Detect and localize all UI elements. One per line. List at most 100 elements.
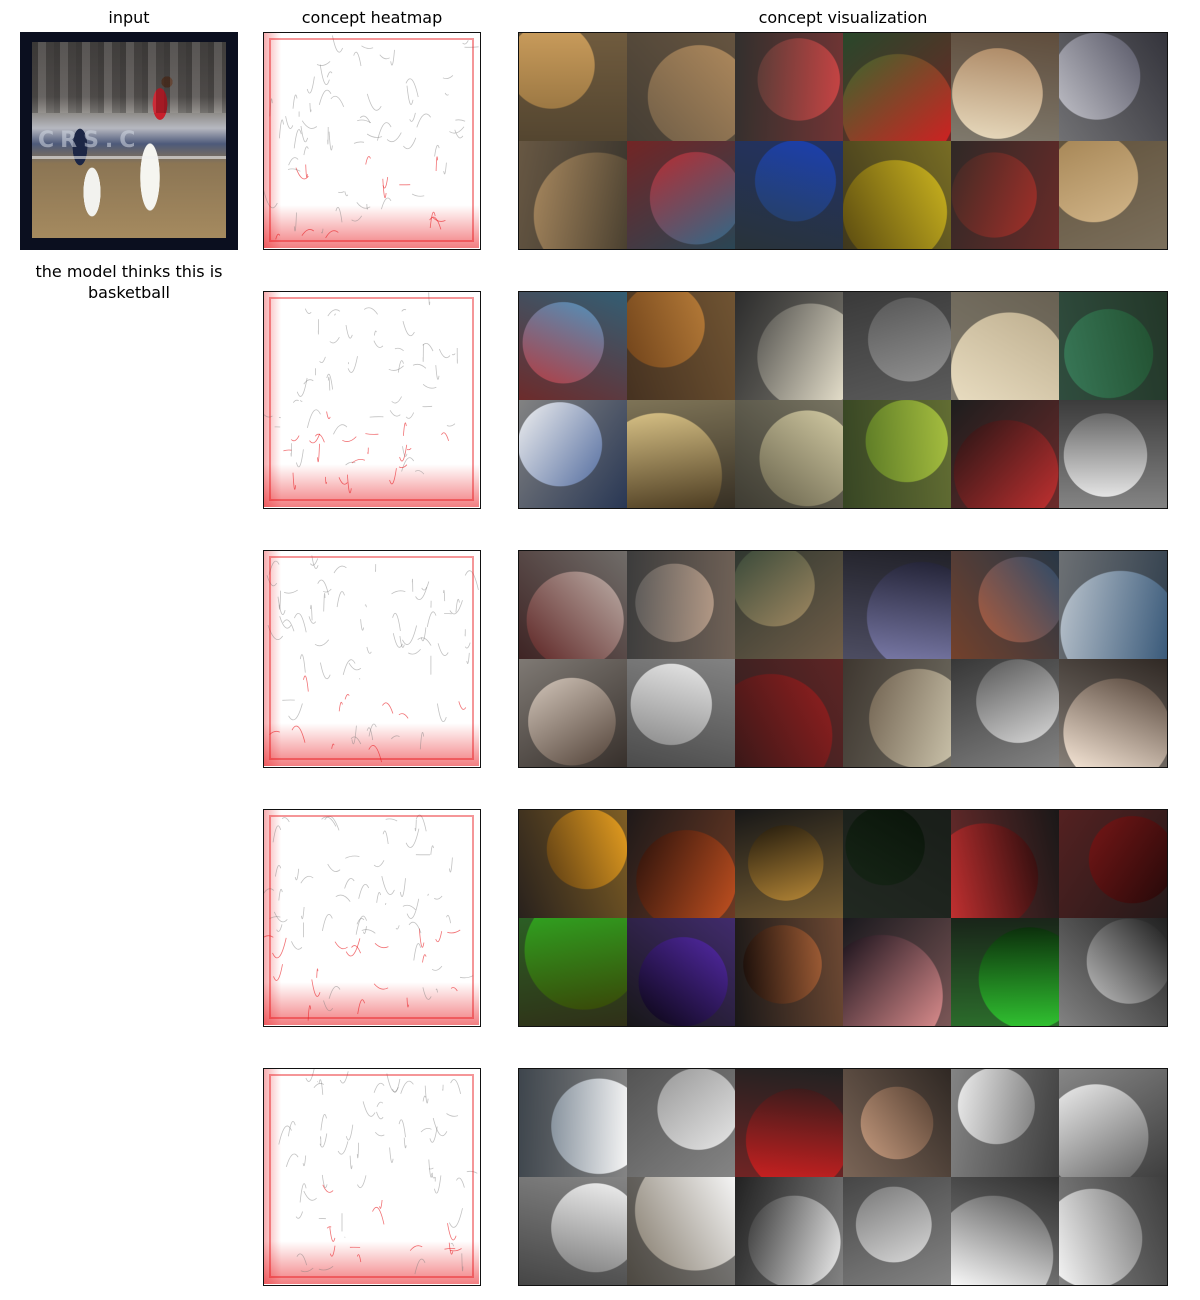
visualization-grid — [519, 292, 1167, 508]
court-line — [32, 155, 226, 159]
concept-visualization-2 — [518, 291, 1168, 509]
visualization-tile — [1059, 400, 1167, 508]
visualization-tile — [519, 1069, 627, 1177]
tile-shade-mask — [735, 1177, 843, 1285]
visualization-tile — [735, 1177, 843, 1285]
heatmap-column-title: concept heatmap — [301, 8, 443, 27]
tile-shade-mask — [735, 400, 843, 508]
tile-shade-mask — [627, 810, 735, 918]
visualization-tile — [627, 141, 735, 249]
visualization-tile — [735, 659, 843, 767]
tile-shade-mask — [1059, 400, 1167, 508]
heatmap-svg — [264, 551, 479, 766]
tile-shade-mask — [843, 918, 951, 1026]
tile-shade-mask — [843, 1177, 951, 1285]
tile-shade-mask — [951, 918, 1059, 1026]
visualization-tile — [1059, 810, 1167, 918]
tile-shade-mask — [735, 918, 843, 1026]
crowd-area — [32, 42, 226, 113]
tile-shade-mask — [1059, 918, 1167, 1026]
visualization-tile — [1059, 141, 1167, 249]
visualization-tile — [843, 918, 951, 1026]
visualization-tile — [519, 33, 627, 141]
tile-shade-mask — [951, 292, 1059, 400]
arena-lettering: CRS.C — [38, 128, 142, 154]
tile-shade-mask — [519, 659, 627, 767]
visualization-tile — [735, 33, 843, 141]
tile-shade-mask — [951, 1177, 1059, 1285]
tile-shade-mask — [735, 292, 843, 400]
visualization-tile — [627, 659, 735, 767]
tile-shade-mask — [627, 33, 735, 141]
visualization-tile — [951, 1177, 1059, 1285]
tile-shade-mask — [1059, 810, 1167, 918]
visualization-tile — [843, 551, 951, 659]
tile-shade-mask — [519, 33, 627, 141]
concept-heatmap-2 — [263, 291, 481, 509]
tile-shade-mask — [627, 659, 735, 767]
tile-shade-mask — [951, 551, 1059, 659]
visualization-tile — [1059, 292, 1167, 400]
visualization-grid — [519, 810, 1167, 1026]
visualization-tile — [735, 810, 843, 918]
concept-heatmap-3 — [263, 550, 481, 768]
concept-heatmap-4 — [263, 809, 481, 1027]
visualization-column-title: concept visualization — [758, 8, 928, 27]
tile-shade-mask — [519, 551, 627, 659]
visualization-tile — [1059, 1177, 1167, 1285]
visualization-tile — [843, 810, 951, 918]
visualization-tile — [519, 810, 627, 918]
heatmap-left-glow — [264, 292, 479, 507]
heatmap-left-glow — [264, 810, 479, 1025]
visualization-tile — [951, 1069, 1059, 1177]
heatmap-svg — [264, 292, 479, 507]
visualization-tile — [951, 918, 1059, 1026]
tile-shade-mask — [1059, 141, 1167, 249]
tile-shade-mask — [519, 1069, 627, 1177]
visualization-tile — [627, 1069, 735, 1177]
tile-shade-mask — [843, 400, 951, 508]
visualization-tile — [735, 400, 843, 508]
heatmap-stroke — [411, 578, 414, 592]
concept-visualization-3 — [518, 550, 1168, 768]
visualization-tile — [1059, 918, 1167, 1026]
heatmap-svg — [264, 810, 479, 1025]
heatmap-left-glow — [264, 1069, 479, 1284]
tile-shade-mask — [519, 810, 627, 918]
tile-shade-mask — [843, 33, 951, 141]
prediction-caption: the model thinks this is basketball — [35, 262, 223, 302]
visualization-tile — [843, 400, 951, 508]
visualization-tile — [843, 1177, 951, 1285]
visualization-tile — [951, 551, 1059, 659]
tile-shade-mask — [1059, 1069, 1167, 1177]
visualization-tile — [519, 551, 627, 659]
tile-shade-mask — [843, 1069, 951, 1177]
visualization-tile — [627, 1177, 735, 1285]
visualization-tile — [843, 1069, 951, 1177]
concept-heatmap-5 — [263, 1068, 481, 1286]
visualization-tile — [627, 918, 735, 1026]
tile-shade-mask — [735, 1069, 843, 1177]
tile-shade-mask — [1059, 292, 1167, 400]
tile-shade-mask — [951, 400, 1059, 508]
tile-shade-mask — [951, 141, 1059, 249]
tile-shade-mask — [843, 551, 951, 659]
visualization-tile — [951, 141, 1059, 249]
visualization-tile — [735, 141, 843, 249]
tile-shade-mask — [627, 292, 735, 400]
visualization-grid — [519, 551, 1167, 767]
tile-shade-mask — [519, 292, 627, 400]
visualization-tile — [627, 810, 735, 918]
tile-shade-mask — [951, 810, 1059, 918]
visualization-tile — [519, 292, 627, 400]
visualization-tile — [627, 33, 735, 141]
visualization-tile — [735, 292, 843, 400]
tile-shade-mask — [843, 292, 951, 400]
visualization-tile — [735, 1069, 843, 1177]
visualization-tile — [519, 1177, 627, 1285]
tile-shade-mask — [627, 918, 735, 1026]
visualization-grid — [519, 33, 1167, 249]
input-image: CRS.C — [20, 32, 238, 250]
visualization-tile — [951, 810, 1059, 918]
tile-shade-mask — [627, 400, 735, 508]
